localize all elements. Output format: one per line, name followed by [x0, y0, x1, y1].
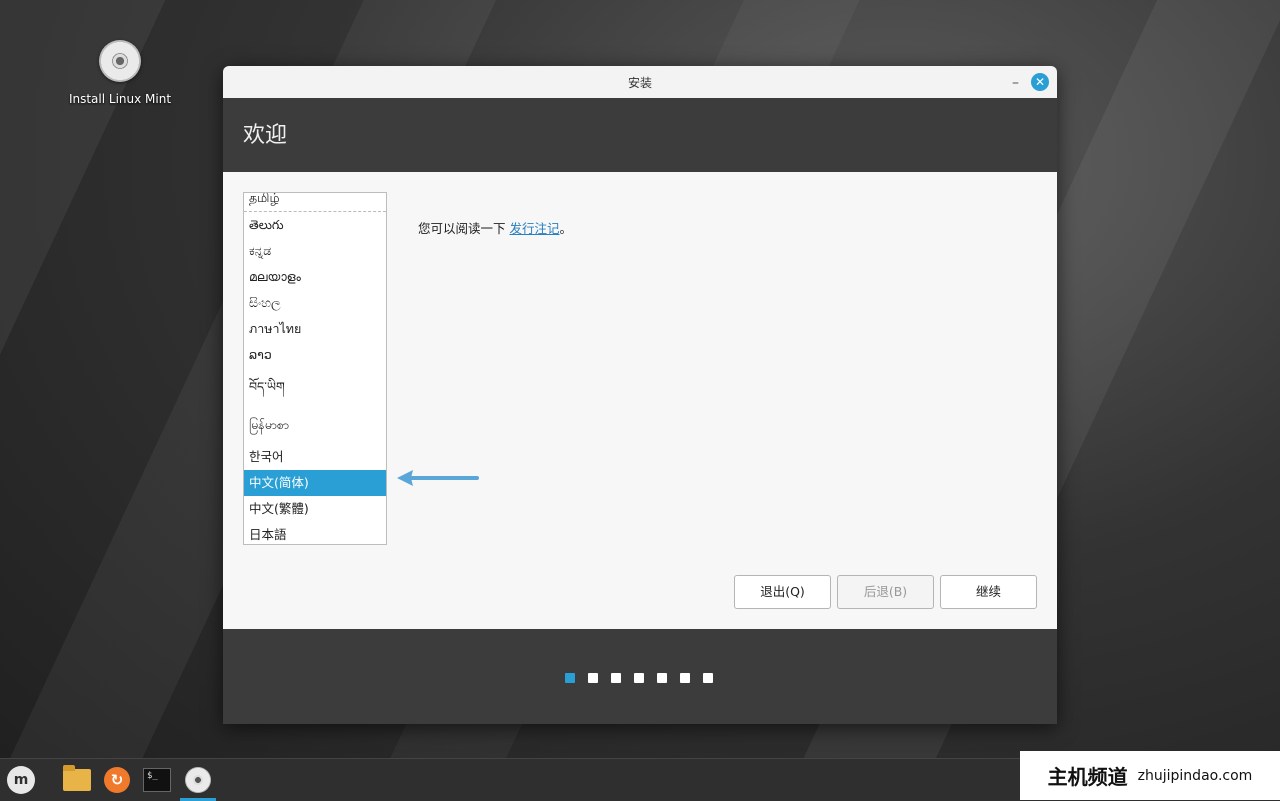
language-item[interactable]: සිංහල	[244, 290, 386, 316]
window-footer	[223, 629, 1057, 724]
installer-window: 安装 – ✕ 欢迎 தமிழ் తెలుగు ಕನ್ನಡ മലയാളം සිංහ…	[223, 66, 1057, 724]
release-notes-prefix: 您可以阅读一下	[418, 221, 506, 236]
minimize-button[interactable]: –	[1012, 66, 1019, 100]
language-list[interactable]: தமிழ் తెలుగు ಕನ್ನಡ മലയാളം සිංහල ภาษาไทย …	[243, 192, 387, 545]
back-button[interactable]: 后退(B)	[837, 575, 934, 609]
watermark-cn: 主机频道	[1047, 765, 1128, 789]
progress-dot	[680, 673, 690, 683]
language-item[interactable]: ಕನ್ನಡ	[244, 238, 386, 264]
mint-menu-icon: m	[7, 766, 35, 794]
language-item[interactable]: 中文(繁體)	[244, 496, 386, 522]
files-launcher[interactable]	[60, 763, 94, 797]
quit-button[interactable]: 退出(Q)	[734, 575, 831, 609]
terminal-launcher[interactable]: $_	[140, 763, 174, 797]
terminal-icon: $_	[143, 768, 171, 792]
language-item[interactable]: ລາວ	[244, 342, 386, 368]
language-item[interactable]: བོད་ཡིག	[244, 368, 386, 406]
progress-dot	[588, 673, 598, 683]
pointer-arrow-icon	[397, 470, 479, 486]
continue-button[interactable]: 继续	[940, 575, 1037, 609]
installer-taskbar-button[interactable]	[181, 763, 215, 797]
cd-icon	[99, 40, 141, 82]
language-item[interactable]: မြန်မာစာ	[244, 406, 386, 444]
watermark-logo: 主机频道 zhujipindao.com	[1020, 751, 1280, 800]
progress-dot	[703, 673, 713, 683]
update-manager-icon: ↻	[104, 767, 130, 793]
desktop-icon-install-linux-mint[interactable]: Install Linux Mint	[62, 40, 178, 106]
progress-dot	[611, 673, 621, 683]
progress-dot	[634, 673, 644, 683]
language-item[interactable]: 한국어	[244, 444, 386, 470]
language-item[interactable]: മലയാളം	[244, 264, 386, 290]
progress-dot-active	[565, 673, 575, 683]
language-item[interactable]: ภาษาไทย	[244, 316, 386, 342]
progress-dot	[657, 673, 667, 683]
language-item-selected[interactable]: 中文(简体)	[244, 470, 386, 496]
desktop-icon-label: Install Linux Mint	[68, 92, 172, 106]
window-title: 安装	[627, 76, 652, 90]
language-item[interactable]: 日本語	[244, 522, 386, 544]
folder-icon	[63, 765, 91, 791]
installer-cd-icon	[185, 767, 211, 793]
update-manager-launcher[interactable]: ↻	[100, 763, 134, 797]
page-title: 欢迎	[223, 98, 1057, 172]
mint-menu-button[interactable]: m	[4, 763, 38, 797]
release-notes-link[interactable]: 发行注记	[510, 221, 560, 236]
language-item[interactable]: తెలుగు	[244, 212, 386, 238]
content-area: தமிழ் తెలుగు ಕನ್ನಡ മലയാളം සිංහල ภาษาไทย …	[223, 172, 1057, 629]
close-button[interactable]: ✕	[1031, 73, 1049, 91]
release-notes-suffix: 。	[559, 221, 573, 236]
progress-indicator	[565, 673, 713, 683]
language-item[interactable]: தமிழ்	[244, 193, 386, 212]
watermark-en: zhujipindao.com	[1137, 767, 1253, 784]
release-notes-text: 您可以阅读一下 发行注记。	[418, 218, 572, 237]
window-titlebar[interactable]: 安装 – ✕	[223, 66, 1057, 98]
